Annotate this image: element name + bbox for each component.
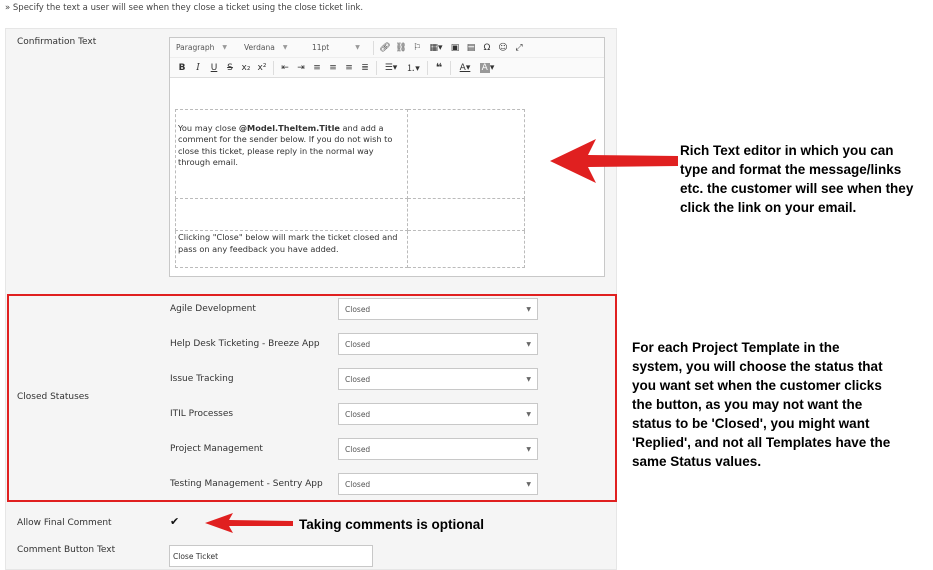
editor-toolbar-row-1: Paragraph ▼ Verdana ▼ 11pt ▼ 🔗︎ ⛓︎ ⚐ ▦▾ ▣ ▤… [170,38,604,58]
chevron-down-icon: ▼ [526,341,531,348]
image-icon[interactable]: ▣ [447,40,463,56]
align-left-icon[interactable]: ≡ [309,60,325,76]
outdent-icon[interactable]: ⇥ [293,60,309,76]
fullscreen-icon[interactable]: ⤢ [511,40,527,56]
emoticon-icon[interactable]: ☺ [495,40,511,56]
unlink-icon[interactable]: ⛓︎ [393,40,409,56]
message-title-token: @Model.TheItem.Title [238,122,340,133]
message-text-pre: You may close [178,122,239,133]
editor-cell-close-note[interactable]: Clicking "Close" below will mark the tic… [175,230,408,268]
table-icon[interactable]: ▦▾ [425,40,447,56]
superscript-icon[interactable]: x² [254,60,270,76]
status-select[interactable]: Closed ▼ [338,438,538,460]
status-select[interactable]: Closed ▼ [338,368,538,390]
paragraph-format-value: Paragraph [176,43,215,52]
italic-icon[interactable]: I [190,60,206,76]
closed-statuses-label: Closed Statuses [17,392,89,402]
chevron-down-icon: ▼ [526,306,531,313]
status-template-label: Issue Tracking [170,374,234,384]
status-select[interactable]: Closed ▼ [338,473,538,495]
confirmation-text-label: Confirmation Text [17,37,97,47]
status-select-value: Closed [345,409,371,419]
font-size-value: 11pt [312,43,330,52]
justify-icon[interactable]: ≣ [357,60,373,76]
strikethrough-icon[interactable]: S [222,60,238,76]
bullet-list-icon[interactable]: ☰▾ [380,60,402,76]
editor-cell-empty[interactable] [406,109,526,199]
status-select[interactable]: Closed ▼ [338,403,538,425]
media-icon[interactable]: ▤ [463,40,479,56]
comment-annotation-note: Taking comments is optional [299,517,485,532]
status-select-value: Closed [345,479,371,489]
rich-text-editor[interactable]: Paragraph ▼ Verdana ▼ 11pt ▼ 🔗︎ ⛓︎ ⚐ ▦▾ ▣ ▤… [169,37,605,277]
allow-final-comment-label: Allow Final Comment [17,518,112,528]
status-select[interactable]: Closed ▼ [338,333,538,355]
indent-icon[interactable]: ⇤ [277,60,293,76]
paragraph-format-select[interactable]: Paragraph ▼ [176,43,238,52]
align-right-icon[interactable]: ≡ [341,60,357,76]
chevron-down-icon: ▼ [526,411,531,418]
link-icon[interactable]: 🔗︎ [377,40,393,56]
special-char-icon[interactable]: Ω [479,40,495,56]
status-select-value: Closed [345,444,371,454]
font-family-value: Verdana [244,43,275,52]
statuses-annotation-note: For each Project Template in the system,… [632,340,891,469]
bold-icon[interactable]: B [174,60,190,76]
editor-annotation-arrow [550,139,678,183]
editor-cell-empty[interactable] [406,230,526,268]
font-size-select[interactable]: 11pt ▼ [312,43,370,52]
status-select[interactable]: Closed ▼ [338,298,538,320]
close-link-hint: » Specify the text a user will see when … [5,3,364,13]
status-template-label: Agile Development [170,304,256,314]
font-family-select[interactable]: Verdana ▼ [244,43,304,52]
allow-final-comment-checkbox[interactable]: ✔ [170,515,179,528]
chevron-down-icon: ▼ [526,376,531,383]
highlight-color-icon[interactable]: A ▾ [476,60,498,76]
editor-toolbar-row-2: B I U S x₂ x² ⇤ ⇥ ≡ ≡ ≡ ≣ ☰▾ ⒈▾ ❝ A▾ A ▾ [170,58,604,78]
chevron-down-icon: ▼ [526,481,531,488]
comment-button-text-input[interactable]: Close Ticket [169,545,373,567]
closed-statuses-highlight [7,294,617,502]
font-color-icon[interactable]: A▾ [454,60,476,76]
subscript-icon[interactable]: x₂ [238,60,254,76]
bookmark-icon[interactable]: ⚐ [409,40,425,56]
status-select-value: Closed [345,374,371,384]
comment-annotation-arrow [205,513,293,533]
status-select-value: Closed [345,339,371,349]
numbered-list-icon[interactable]: ⒈▾ [402,60,424,76]
blockquote-icon[interactable]: ❝ [431,60,447,76]
status-select-value: Closed [345,304,371,314]
status-template-label: Help Desk Ticketing - Breeze App [170,339,320,349]
editor-cell-empty[interactable] [406,198,526,231]
chevron-down-icon: ▼ [526,446,531,453]
align-center-icon[interactable]: ≡ [325,60,341,76]
status-template-label: Testing Management - Sentry App [170,479,323,489]
editor-annotation-note: Rich Text editor in which you can type a… [680,143,914,215]
editor-content-table[interactable]: You may close @Model.TheItem.Title and a… [175,109,526,268]
underline-icon[interactable]: U [206,60,222,76]
status-template-label: Project Management [170,444,263,454]
status-template-label: ITIL Processes [170,409,234,419]
editor-cell-empty[interactable] [175,198,408,231]
editor-cell-message[interactable]: You may close @Model.TheItem.Title and a… [175,109,408,199]
comment-button-text-label: Comment Button Text [17,545,116,555]
